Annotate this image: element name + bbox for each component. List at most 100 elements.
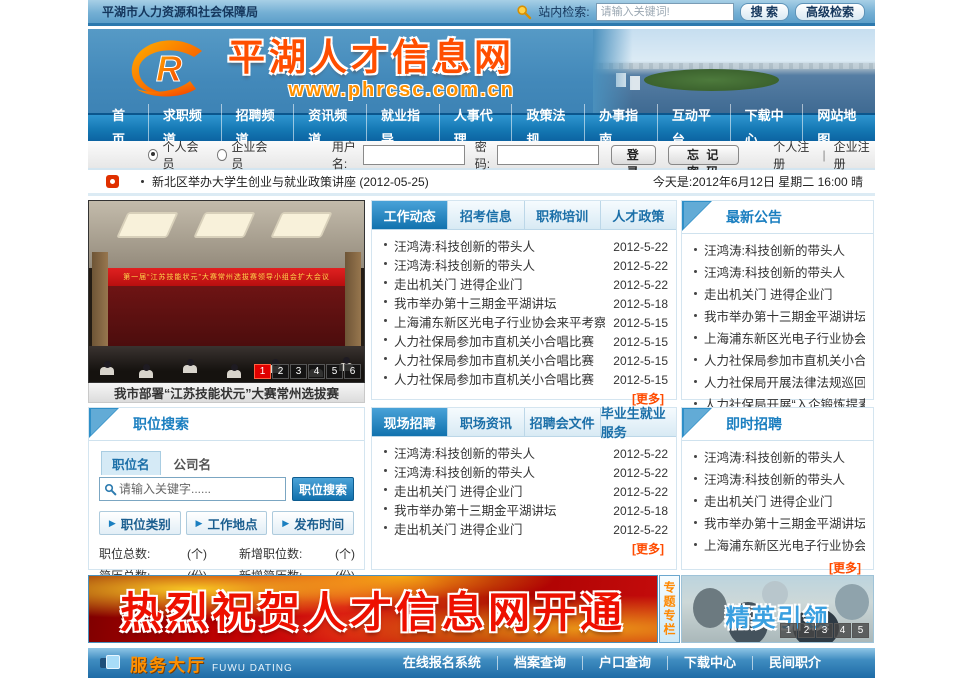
work-news-panel: 工作动态招考信息职称培训人才政策 汪鸿涛:科技创新的带头人2012-5-22汪鸿…: [371, 200, 677, 400]
news-item[interactable]: 人力社保局参加市直机关小合唱比赛2012-5-15: [382, 331, 668, 350]
password-field[interactable]: [497, 145, 599, 165]
notice-item[interactable]: 汪鸿涛:科技创新的带头人: [692, 240, 865, 262]
company-member-radio[interactable]: [217, 149, 227, 161]
special-column-label: 专题专栏: [661, 581, 678, 637]
service-link[interactable]: 在线报名系统: [387, 656, 498, 670]
today-date-weather: 今天是:2012年6月12日 星期二 16:00 晴: [653, 173, 875, 190]
search-icon: [516, 4, 532, 20]
job-search-tab[interactable]: 公司名: [163, 451, 223, 475]
service-hall-icon: [100, 655, 122, 671]
carousel-number[interactable]: 2: [272, 364, 289, 379]
instant-recruit-item[interactable]: 上海浦东新区光电子行业协会来平考: [692, 535, 865, 557]
news-tab[interactable]: 工作动态: [372, 201, 448, 229]
triangle-arrow-icon: ▶: [196, 518, 203, 529]
service-link[interactable]: 下载中心: [668, 656, 753, 670]
site-search-zone: 站内检索: 搜 索 高级检索: [516, 3, 875, 21]
recruit-item[interactable]: 我市举办第十三期金平湖讲坛2012-5-18: [382, 500, 668, 519]
recruit-more-link[interactable]: [更多]: [372, 538, 676, 557]
site-search-input[interactable]: [596, 3, 734, 21]
notice-item[interactable]: 走出机关门 进得企业门: [692, 284, 865, 306]
ticker-news-link[interactable]: 新北区举办大学生创业与就业政策讲座 (2012-05-25): [141, 173, 429, 190]
news-item[interactable]: 汪鸿涛:科技创新的带头人2012-5-22: [382, 255, 668, 274]
service-link[interactable]: 户口查询: [583, 656, 668, 670]
recruit-tab[interactable]: 职场资讯: [448, 408, 524, 436]
news-item[interactable]: 人力社保局参加市直机关小合唱比赛2012-5-15: [382, 369, 668, 388]
personal-member-radio[interactable]: [148, 149, 158, 161]
org-name: 平湖市人力资源和社会保障局: [88, 3, 516, 20]
recruit-tab[interactable]: 招聘会文件: [525, 408, 601, 436]
instant-recruit-item[interactable]: 我市举办第十三期金平湖讲坛: [692, 513, 865, 535]
notice-item[interactable]: 上海浦东新区光电子行业协会来平考: [692, 328, 865, 350]
photo-caption-link[interactable]: 我市部署“江苏技能状元”大赛常州选拔赛: [88, 383, 365, 403]
instant-recruit-list: 汪鸿涛:科技创新的带头人汪鸿涛:科技创新的带头人走出机关门 进得企业门我市举办第…: [682, 441, 873, 557]
register-divider: |: [823, 148, 826, 162]
carousel-number[interactable]: 4: [834, 623, 851, 638]
instant-recruit-item[interactable]: 走出机关门 进得企业门: [692, 491, 865, 513]
notice-item[interactable]: 人力社保局开展法律法规巡回培训: [692, 372, 865, 394]
recruit-item[interactable]: 走出机关门 进得企业门2012-5-22: [382, 481, 668, 500]
company-register-link[interactable]: 企业注册: [834, 138, 875, 172]
special-column-strip[interactable]: 专题专栏: [659, 575, 680, 643]
recruit-item[interactable]: 汪鸿涛:科技创新的带头人2012-5-22: [382, 462, 668, 481]
carousel-number[interactable]: 2: [798, 623, 815, 638]
site-url: www.phrcsc.com.cn: [228, 78, 515, 102]
elite-banner[interactable]: 精英引领 12345: [681, 575, 874, 643]
carousel-number[interactable]: 1: [780, 623, 797, 638]
svg-text:R: R: [156, 48, 182, 89]
news-item[interactable]: 汪鸿涛:科技创新的带头人2012-5-22: [382, 236, 668, 255]
forgot-password-button[interactable]: 忘 记 密 码: [668, 145, 739, 165]
job-search-tab[interactable]: 职位名: [101, 451, 161, 475]
carousel-number[interactable]: 3: [290, 364, 307, 379]
carousel-number[interactable]: 4: [308, 364, 325, 379]
instant-recruit-item[interactable]: 汪鸿涛:科技创新的带头人: [692, 469, 865, 491]
site-title: 平湖人才信息网: [228, 38, 515, 78]
site-search-button[interactable]: 搜 索: [740, 3, 789, 21]
job-filter-button[interactable]: ▶职位类别: [99, 511, 181, 535]
panel-corner-decoration: [682, 201, 712, 231]
recruit-item[interactable]: 汪鸿涛:科技创新的带头人2012-5-22: [382, 443, 668, 462]
job-filter-button[interactable]: ▶工作地点: [186, 511, 268, 535]
carousel-number[interactable]: 1: [254, 364, 271, 379]
stat-label: 新增职位数:: [239, 545, 335, 562]
header-lake-photo: [593, 29, 875, 113]
login-bar: 个人会员 企业会员 用户名: 密码: 登 录 忘 记 密 码 个人注册 | 企业…: [88, 141, 875, 170]
service-link[interactable]: 档案查询: [498, 656, 583, 670]
news-item[interactable]: 走出机关门 进得企业门2012-5-22: [382, 274, 668, 293]
news-item[interactable]: 上海浦东新区光电子行业协会来平考察2012-5-15: [382, 312, 668, 331]
job-filter-button[interactable]: ▶发布时间: [272, 511, 354, 535]
carousel-number[interactable]: 5: [852, 623, 869, 638]
carousel-number[interactable]: 6: [344, 364, 361, 379]
news-item[interactable]: 我市举办第十三期金平湖讲坛2012-5-18: [382, 293, 668, 312]
page-container: 平湖市人力资源和社会保障局 站内检索: 搜 索 高级检索: [88, 0, 875, 678]
service-hall-bar: 服务大厅 FUWU DATING 在线报名系统档案查询户口查询下载中心民间职介: [88, 648, 875, 678]
recruit-tab[interactable]: 毕业生就业服务: [601, 408, 676, 436]
keyword-input[interactable]: [117, 481, 281, 497]
celebration-banner[interactable]: 热烈祝贺人才信息网开通: [88, 575, 658, 643]
instant-recruit-item[interactable]: 汪鸿涛:科技创新的带头人: [692, 447, 865, 469]
news-tab[interactable]: 招考信息: [448, 201, 524, 229]
conference-photo[interactable]: 第一届“江苏技能状元”大赛常州选拔赛领导小组会扩大会议 123456: [88, 200, 365, 383]
username-label: 用户名:: [332, 138, 359, 172]
keyword-search-icon: [104, 483, 117, 496]
recruit-item[interactable]: 走出机关门 进得企业门2012-5-22: [382, 519, 668, 538]
instant-recruit-more-link[interactable]: [更多]: [682, 557, 873, 576]
carousel-number[interactable]: 3: [816, 623, 833, 638]
service-hall-title: 服务大厅: [130, 651, 206, 676]
login-button[interactable]: 登 录: [611, 145, 656, 165]
news-item[interactable]: 人力社保局参加市直机关小合唱比赛2012-5-15: [382, 350, 668, 369]
recruit-tab[interactable]: 现场招聘: [372, 408, 448, 436]
username-field[interactable]: [363, 145, 465, 165]
carousel-number[interactable]: 5: [326, 364, 343, 379]
job-search-button[interactable]: 职位搜索: [292, 477, 354, 501]
personal-register-link[interactable]: 个人注册: [773, 138, 814, 172]
news-tab[interactable]: 职称培训: [525, 201, 601, 229]
service-link[interactable]: 民间职介: [753, 656, 837, 670]
notice-item[interactable]: 人力社保局参加市直机关小合唱比赛: [692, 350, 865, 372]
latest-notice-panel: 最新公告 汪鸿涛:科技创新的带头人汪鸿涛:科技创新的带头人走出机关门 进得企业门…: [681, 200, 874, 400]
advanced-search-button[interactable]: 高级检索: [795, 3, 865, 21]
work-news-list: 汪鸿涛:科技创新的带头人2012-5-22汪鸿涛:科技创新的带头人2012-5-…: [372, 230, 676, 388]
news-tab[interactable]: 人才政策: [601, 201, 676, 229]
notice-item[interactable]: 汪鸿涛:科技创新的带头人: [692, 262, 865, 284]
panel-corner-decoration: [682, 408, 712, 438]
notice-item[interactable]: 我市举办第十三期金平湖讲坛: [692, 306, 865, 328]
